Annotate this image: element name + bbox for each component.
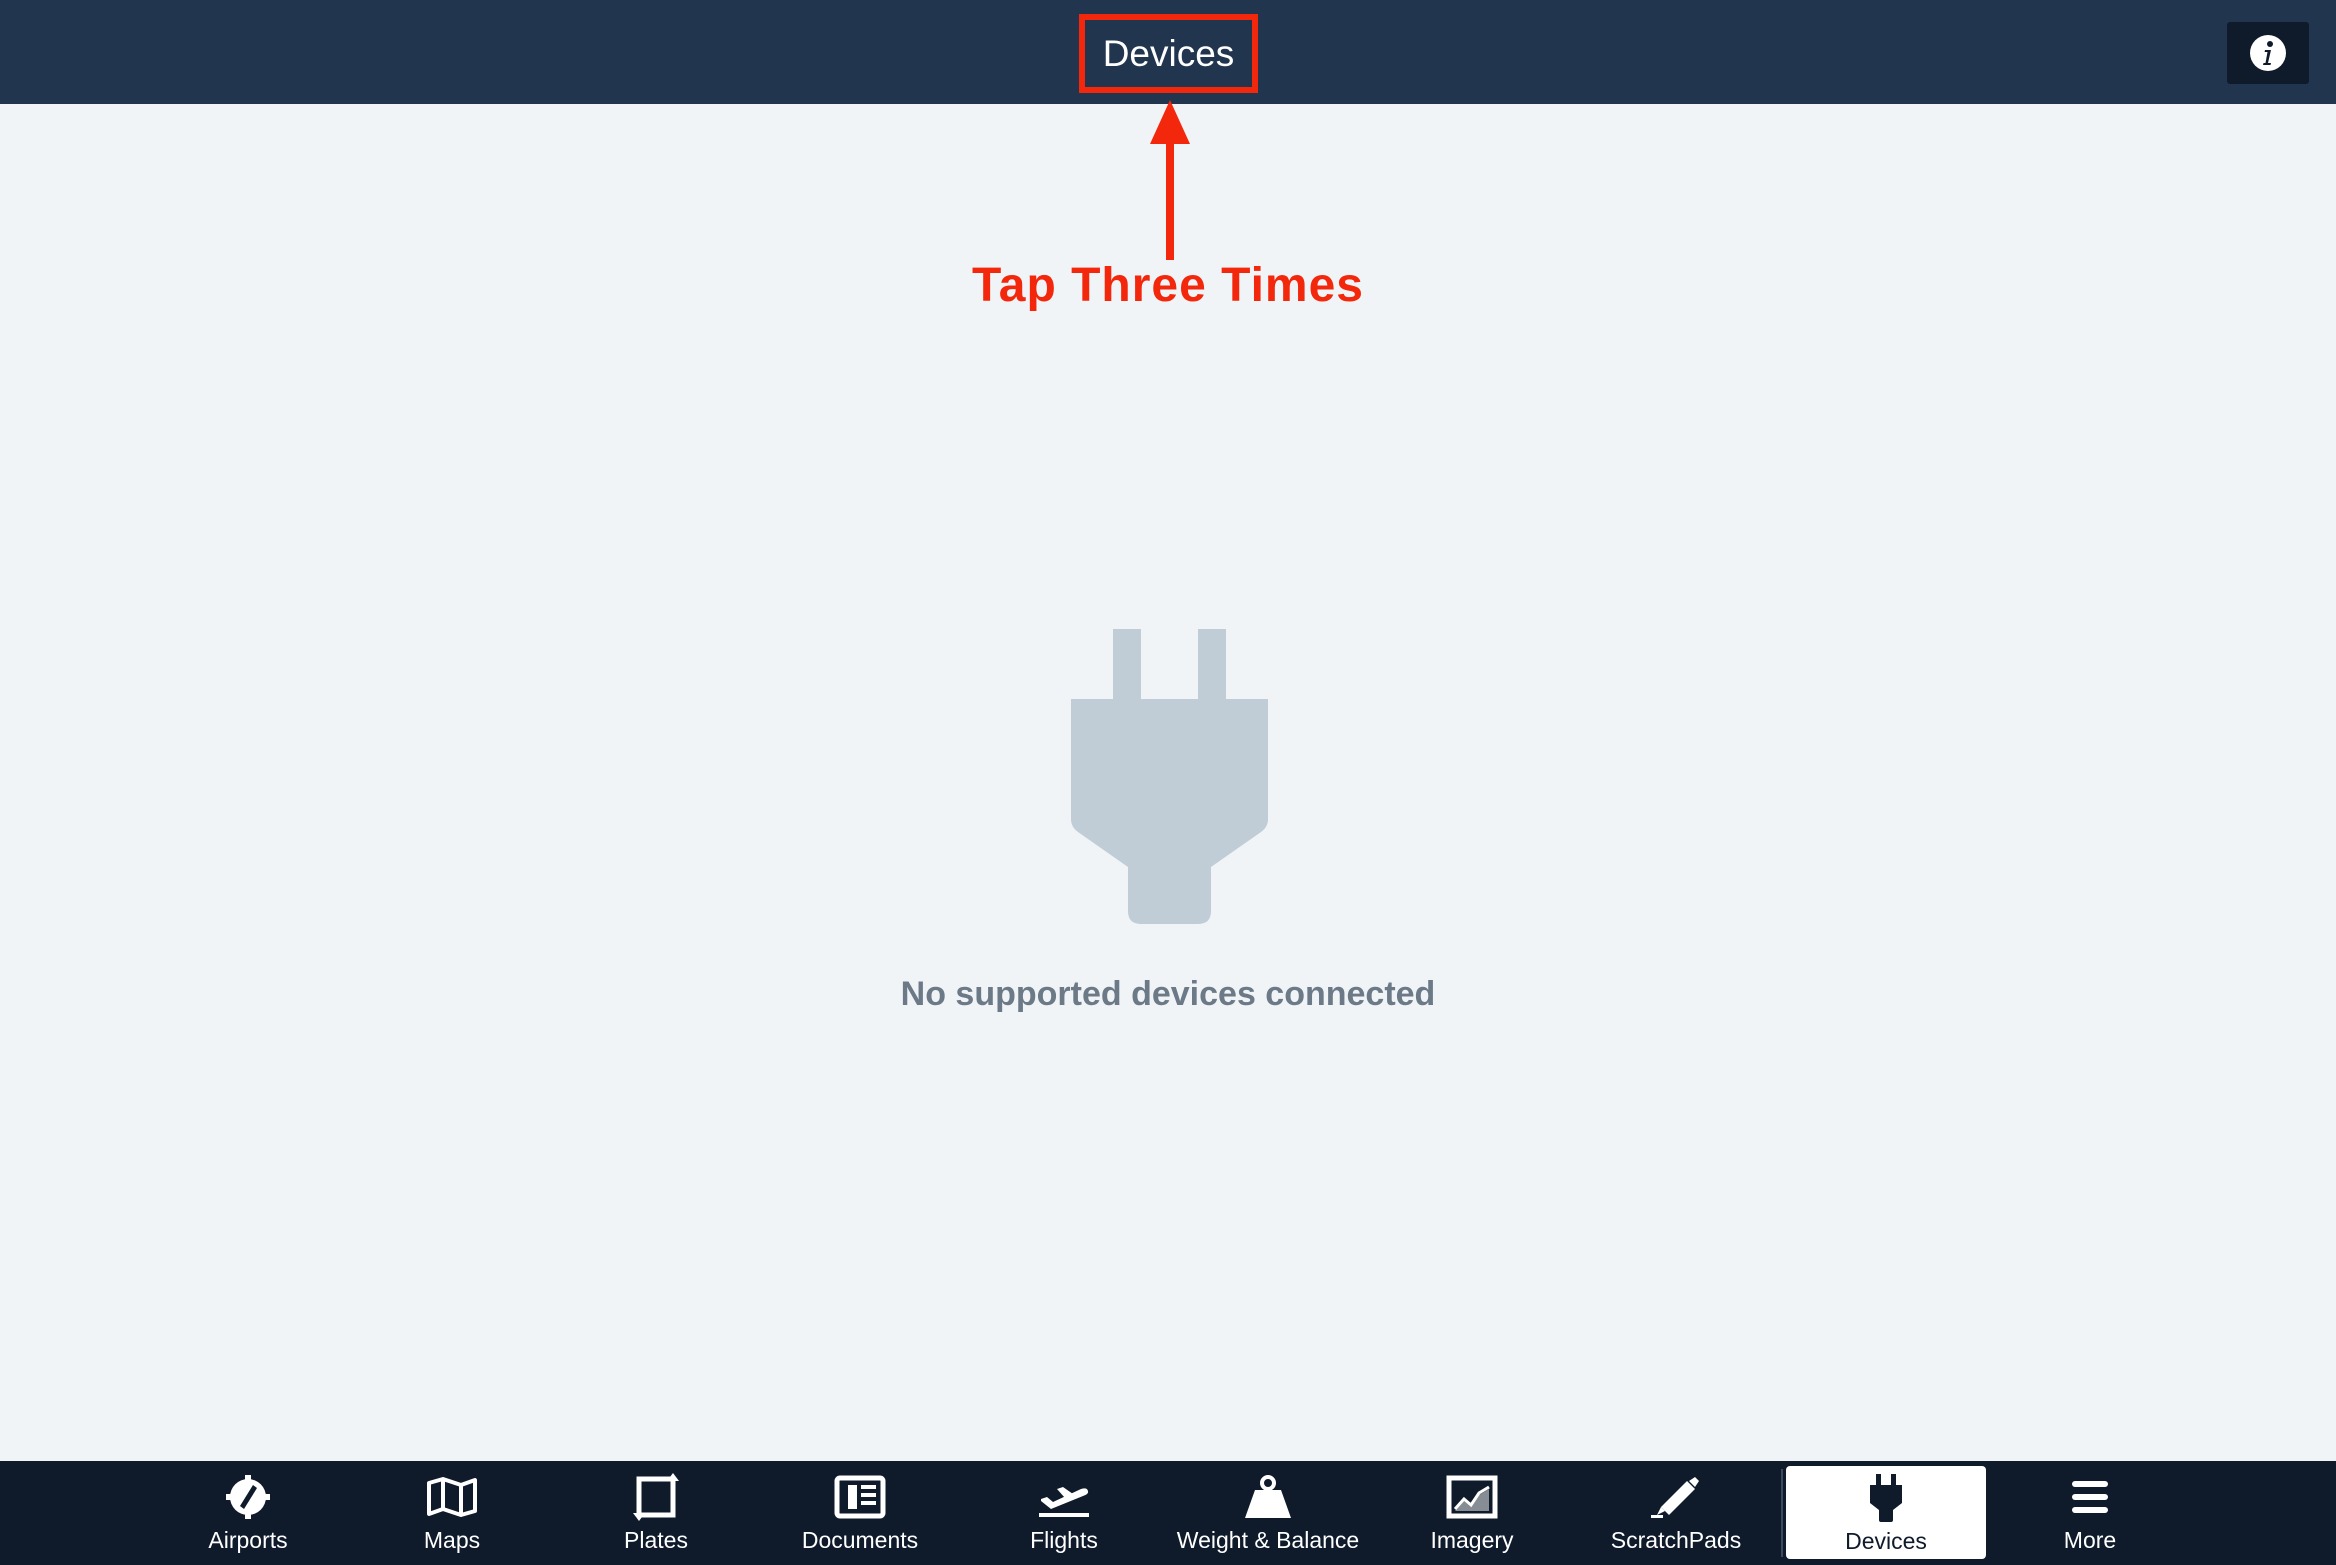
tab-documents[interactable]: Documents bbox=[758, 1461, 962, 1565]
tab-weight-balance[interactable]: Weight & Balance bbox=[1166, 1461, 1370, 1565]
info-button[interactable] bbox=[2227, 22, 2309, 84]
plates-icon bbox=[633, 1473, 679, 1521]
tab-airports[interactable]: Airports bbox=[146, 1461, 350, 1565]
annotation-arrow-icon bbox=[1150, 100, 1190, 260]
airplane-takeoff-icon bbox=[1039, 1487, 1089, 1517]
bottom-tab-bar: Airports Maps Plates Documents Flights W… bbox=[0, 1461, 2336, 1565]
tab-plates[interactable]: Plates bbox=[554, 1461, 758, 1565]
compass-icon bbox=[226, 1475, 270, 1519]
tab-label: Plates bbox=[624, 1527, 688, 1553]
tab-label: Flights bbox=[1030, 1527, 1098, 1553]
tab-label: Imagery bbox=[1430, 1527, 1514, 1553]
tab-label: ScratchPads bbox=[1610, 1527, 1742, 1553]
tab-label: Documents bbox=[801, 1527, 919, 1553]
tab-devices[interactable]: Devices bbox=[1786, 1466, 1986, 1559]
tab-maps[interactable]: Maps bbox=[350, 1461, 554, 1565]
pencil-icon bbox=[1651, 1477, 1699, 1518]
info-icon bbox=[2250, 35, 2286, 71]
map-icon bbox=[427, 1477, 477, 1517]
tab-label: More bbox=[2063, 1527, 2117, 1553]
tab-flights[interactable]: Flights bbox=[962, 1461, 1166, 1565]
tab-label: Weight & Balance bbox=[1176, 1527, 1360, 1553]
imagery-chart-icon bbox=[1446, 1475, 1498, 1519]
tab-scratchpads[interactable]: ScratchPads bbox=[1574, 1461, 1778, 1565]
tab-divider bbox=[1781, 1469, 1783, 1557]
tab-imagery[interactable]: Imagery bbox=[1370, 1461, 1574, 1565]
plug-placeholder-icon bbox=[1071, 629, 1268, 924]
weight-icon bbox=[1245, 1475, 1291, 1518]
annotation-label: Tap Three Times bbox=[971, 259, 1364, 312]
empty-state-message: No supported devices connected bbox=[900, 975, 1436, 1013]
tab-label: Maps bbox=[423, 1527, 481, 1553]
tab-more[interactable]: More bbox=[1988, 1461, 2192, 1565]
documents-icon bbox=[834, 1475, 886, 1519]
header-bar: Devices bbox=[0, 0, 2336, 104]
plug-icon bbox=[1870, 1474, 1902, 1522]
tab-label: Airports bbox=[208, 1527, 288, 1553]
menu-icon bbox=[2072, 1481, 2108, 1513]
title-highlight-box[interactable]: Devices bbox=[1079, 14, 1258, 93]
tab-label: Devices bbox=[1845, 1528, 1927, 1554]
page-title[interactable]: Devices bbox=[1103, 33, 1235, 75]
